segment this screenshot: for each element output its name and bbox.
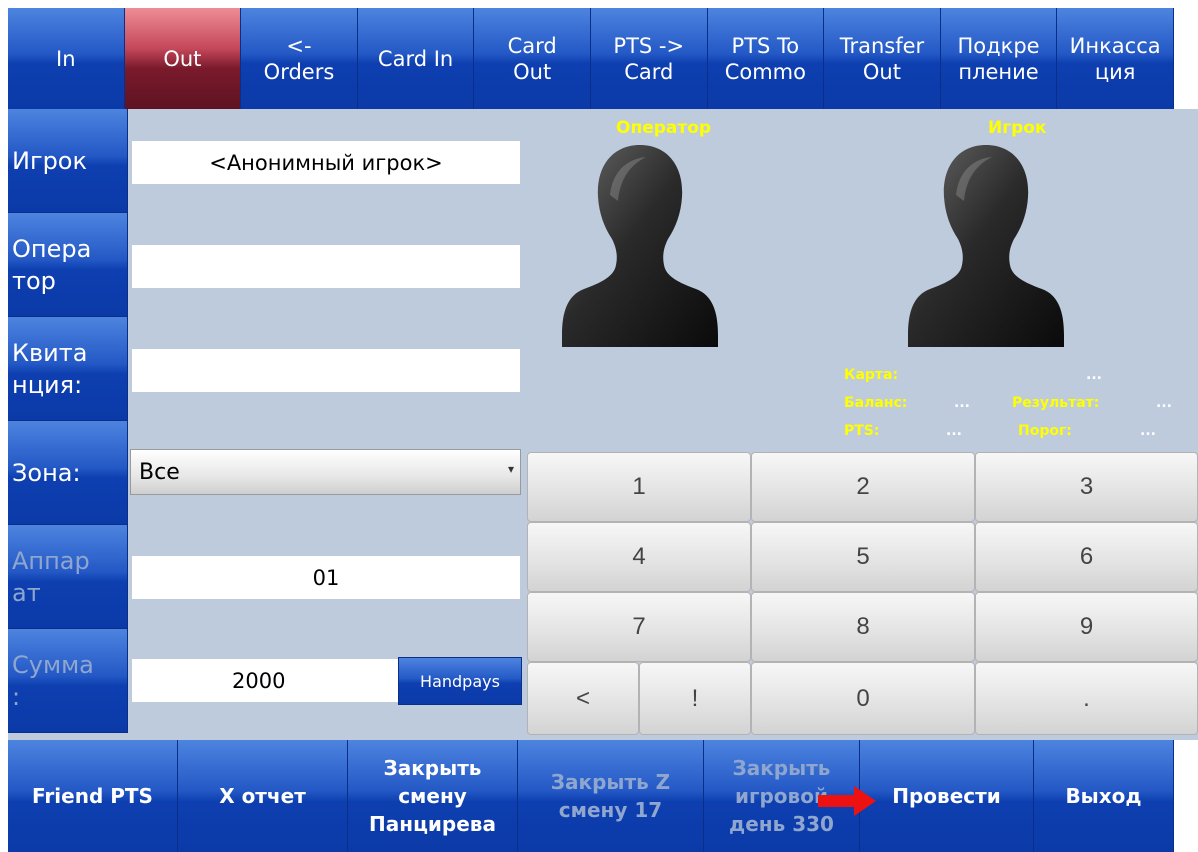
top-tab-bar: In Out <- Orders Card In Card Out PTS ->… — [8, 8, 1174, 109]
tab-card-in[interactable]: Card In — [357, 8, 475, 109]
pts-value: ... — [946, 423, 962, 439]
submit-button[interactable]: Провести — [860, 740, 1034, 852]
operator-button[interactable]: Опера тор — [8, 213, 128, 317]
zone-selected-value: Все — [139, 459, 180, 485]
dropdown-arrow-icon: ▾ — [507, 462, 514, 476]
player-avatar-icon — [908, 145, 1064, 347]
amount-field[interactable]: 2000 — [132, 659, 398, 702]
card-label: Карта: — [844, 367, 899, 383]
tab-card-out[interactable]: Card Out — [474, 8, 591, 109]
tab-pts-to-commo[interactable]: PTS To Commo — [707, 8, 825, 109]
close-z-shift-button: Закрыть Z смену 17 — [518, 740, 704, 852]
amount-button: Сумма : — [8, 629, 128, 733]
receipt-button[interactable]: Квита нция: — [8, 317, 128, 421]
result-label: Результат: — [1012, 395, 1100, 411]
key-6[interactable]: 6 — [975, 522, 1198, 592]
numeric-keypad: 1 2 3 4 5 6 7 8 9 < ! 0 . — [527, 452, 1198, 735]
tab-out[interactable]: Out — [124, 8, 242, 109]
key-exclamation[interactable]: ! — [639, 662, 751, 735]
key-5[interactable]: 5 — [751, 522, 975, 592]
key-dot[interactable]: . — [975, 662, 1198, 735]
key-backspace[interactable]: < — [527, 662, 639, 735]
machine-field[interactable]: 01 — [132, 556, 520, 599]
pts-label: PTS: — [844, 423, 880, 439]
tab-pts-to-card[interactable]: PTS -> Card — [590, 8, 708, 109]
zone-select[interactable]: Все ▾ — [130, 449, 521, 495]
key-3[interactable]: 3 — [975, 452, 1198, 522]
operator-field[interactable] — [132, 245, 520, 288]
threshold-label: Порог: — [1018, 423, 1072, 439]
balance-value: ... — [954, 395, 970, 411]
tab-transfer-out[interactable]: Transfer Out — [824, 8, 941, 109]
zone-button[interactable]: Зона: — [8, 421, 128, 525]
balance-label: Баланс: — [844, 395, 908, 411]
key-0[interactable]: 0 — [751, 662, 975, 735]
tab-collection[interactable]: Инкасса ция — [1057, 8, 1174, 109]
tab-orders[interactable]: <- Orders — [241, 8, 358, 109]
player-button[interactable]: Игрок — [8, 109, 128, 213]
key-8[interactable]: 8 — [751, 592, 975, 662]
main-panel: Игрок Опера тор Квита нция: Зона: Аппар … — [8, 109, 1198, 740]
receipt-field[interactable] — [132, 349, 520, 392]
close-shift-button[interactable]: Закрыть смену Панцирева — [348, 740, 518, 852]
card-value: ... — [1086, 367, 1102, 383]
tab-in[interactable]: In — [8, 8, 125, 109]
result-value: ... — [1156, 395, 1172, 411]
keypad-split-cell: < ! — [527, 662, 751, 735]
key-1[interactable]: 1 — [527, 452, 751, 522]
x-report-button[interactable]: X отчет — [178, 740, 348, 852]
player-field[interactable]: <Анонимный игрок> — [132, 141, 520, 184]
handpays-button[interactable]: Handpays — [398, 657, 522, 705]
tab-reinforcement[interactable]: Подкре пление — [940, 8, 1058, 109]
exit-button[interactable]: Выход — [1034, 740, 1174, 852]
key-2[interactable]: 2 — [751, 452, 975, 522]
friend-pts-button[interactable]: Friend PTS — [8, 740, 178, 852]
key-7[interactable]: 7 — [527, 592, 751, 662]
red-arrow-icon — [818, 786, 876, 816]
key-9[interactable]: 9 — [975, 592, 1198, 662]
machine-button: Аппар ат — [8, 525, 128, 629]
bottom-action-bar: Friend PTS X отчет Закрыть смену Панцире… — [8, 740, 1174, 852]
threshold-value: ... — [1140, 423, 1156, 439]
key-4[interactable]: 4 — [527, 522, 751, 592]
operator-avatar-icon — [562, 145, 718, 347]
